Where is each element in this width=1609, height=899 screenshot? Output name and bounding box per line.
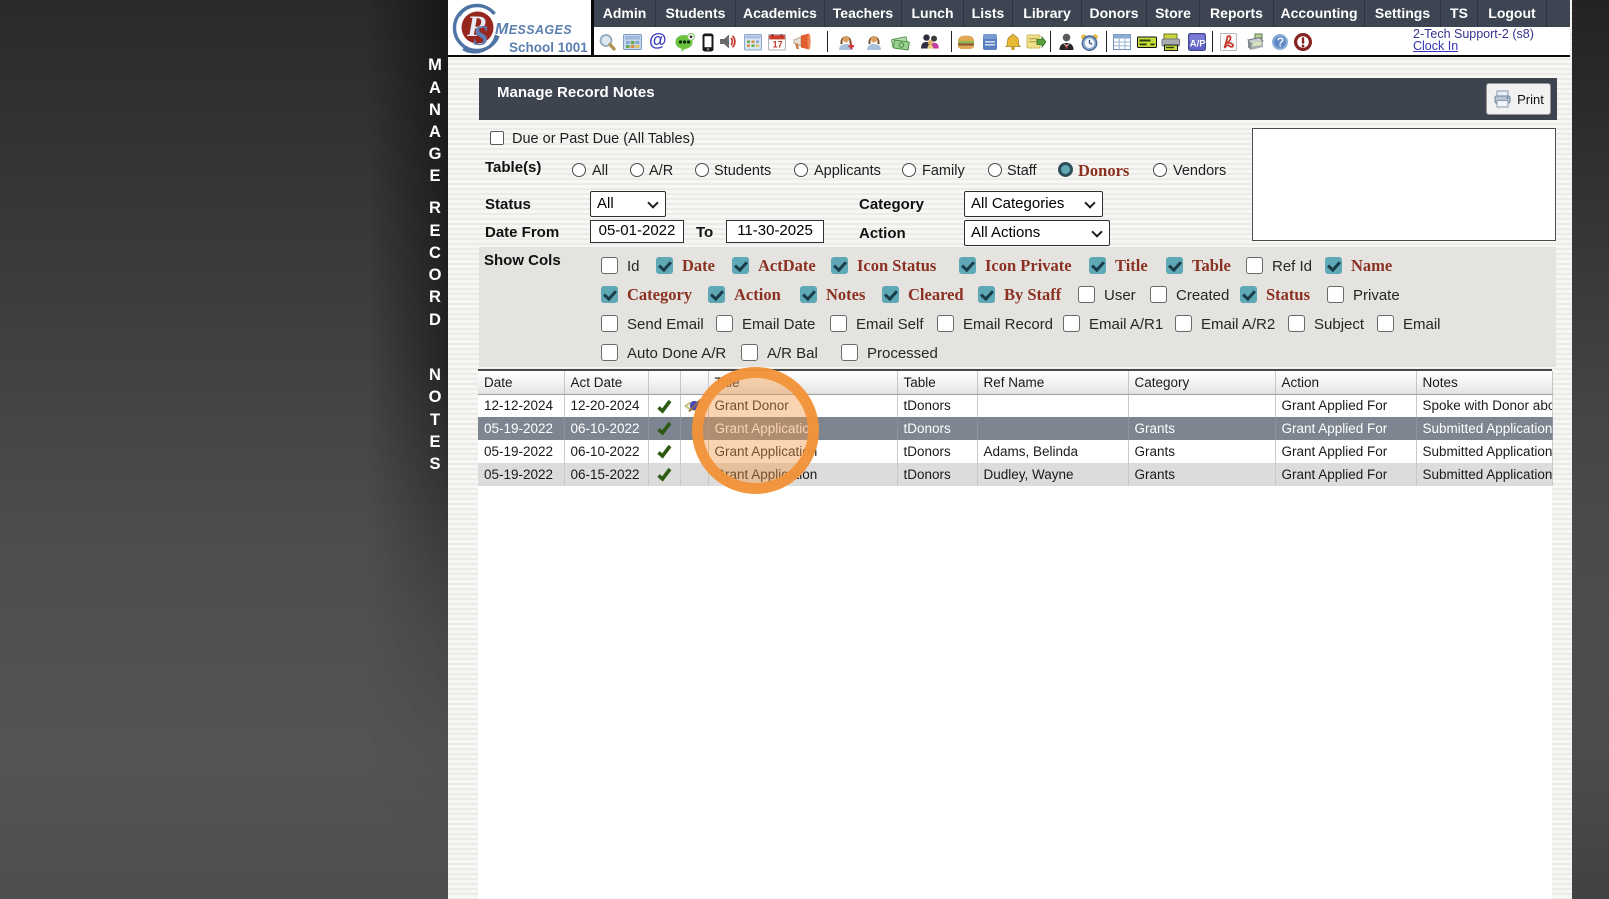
svg-text:17: 17 [773, 40, 783, 50]
svg-text:A/P: A/P [1190, 39, 1206, 50]
svg-text:?: ? [1277, 35, 1285, 49]
svg-text:S: S [473, 21, 489, 52]
